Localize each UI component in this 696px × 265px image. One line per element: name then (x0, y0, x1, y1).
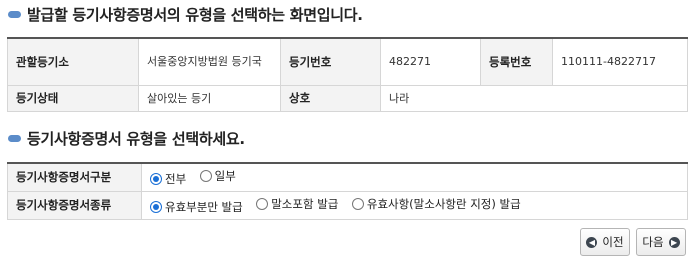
trade-name-value: 나라 (380, 84, 688, 112)
section-heading-certificate-type: 발급할 등기사항증명서의 유형을 선택하는 화면입니다. (8, 4, 363, 25)
kind-option-include-cancelled[interactable]: 말소포함 발급 (256, 196, 338, 212)
kind-option-valid-only[interactable]: 유효부분만 발급 (150, 199, 243, 215)
reg-no-label: 등록번호 (480, 37, 553, 86)
radio-button[interactable] (351, 197, 364, 210)
kind-option-valid-designated[interactable]: 유효사항(말소사항란 지정) 발급 (351, 196, 521, 212)
radio-button[interactable] (199, 169, 212, 182)
status-value: 살아있는 등기 (138, 84, 281, 112)
chevron-right-circle-icon: ▶ (668, 236, 680, 248)
bullet-icon (8, 135, 21, 142)
radio-button[interactable] (256, 197, 269, 210)
status-label: 등기상태 (7, 84, 139, 112)
registry-info-table: 관할등기소 서울중앙지방법원 등기국 등기번호 482271 등록번호 1101… (7, 37, 688, 112)
reg-no-value: 110111-4822717 (552, 37, 688, 86)
chevron-left-circle-icon: ◀ (586, 236, 598, 248)
scope-option-all[interactable]: 전부 (150, 171, 186, 187)
radio-button[interactable] (150, 172, 162, 185)
kind-label: 등기사항증명서종류 (7, 190, 142, 220)
prev-button-label: 이전 (602, 235, 624, 249)
next-button-label: 다음 (642, 235, 664, 249)
trade-name-label: 상호 (280, 84, 381, 112)
registry-office-value: 서울중앙지방법원 등기국 (138, 37, 281, 86)
prev-button[interactable]: ◀ 이전 (580, 228, 630, 256)
scope-option-partial[interactable]: 일부 (199, 168, 236, 184)
registration-number-label: 등기번호 (280, 37, 381, 86)
registration-number-value: 482271 (380, 37, 481, 86)
scope-radio-group: 전부 일부 (141, 162, 688, 192)
bullet-icon (8, 11, 21, 18)
section-title: 발급할 등기사항증명서의 유형을 선택하는 화면입니다. (27, 6, 363, 24)
kind-radio-group: 유효부분만 발급 말소포함 발급 유효사항(말소사항란 지정) 발급 (141, 190, 688, 220)
next-button[interactable]: 다음 ▶ (636, 228, 686, 256)
section-title: 등기사항증명서 유형을 선택하세요. (27, 130, 245, 148)
radio-button[interactable] (150, 200, 162, 213)
certificate-type-table: 등기사항증명서구분 전부 일부 등기사항증명서종류 유효부분만 발급 말소포함 … (7, 162, 688, 220)
registry-office-label: 관할등기소 (7, 37, 139, 86)
section-heading-select-type: 등기사항증명서 유형을 선택하세요. (8, 128, 245, 149)
scope-label: 등기사항증명서구분 (7, 162, 142, 192)
